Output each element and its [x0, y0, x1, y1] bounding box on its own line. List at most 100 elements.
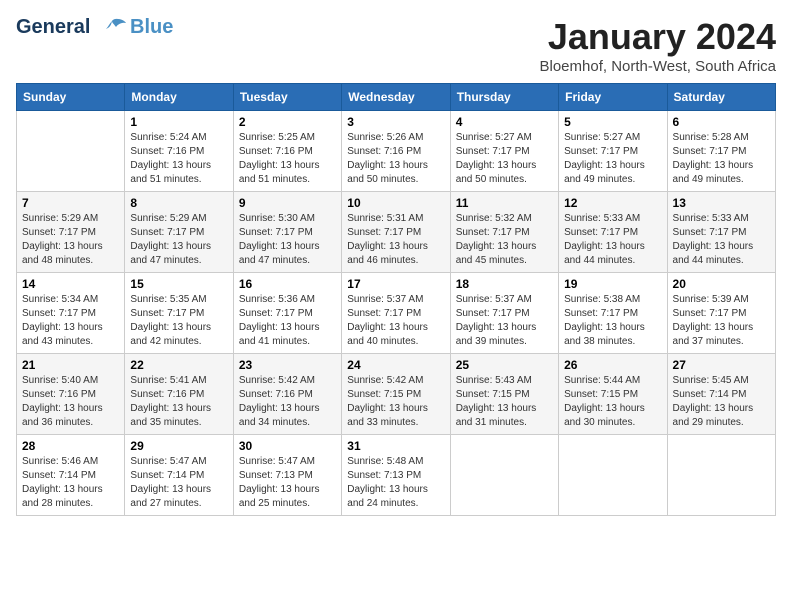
calendar-cell: 8 Sunrise: 5:29 AM Sunset: 7:17 PM Dayli… [125, 192, 233, 273]
day-detail: Sunrise: 5:27 AM Sunset: 7:17 PM Dayligh… [456, 131, 553, 187]
calendar-cell: 2 Sunrise: 5:25 AM Sunset: 7:16 PM Dayli… [233, 111, 341, 192]
day-number: 25 [456, 358, 553, 372]
calendar-cell: 20 Sunrise: 5:39 AM Sunset: 7:17 PM Dayl… [667, 273, 775, 354]
calendar-cell [559, 435, 667, 516]
calendar-cell: 25 Sunrise: 5:43 AM Sunset: 7:15 PM Dayl… [450, 354, 558, 435]
calendar-cell: 30 Sunrise: 5:47 AM Sunset: 7:13 PM Dayl… [233, 435, 341, 516]
day-number: 10 [347, 196, 444, 210]
day-detail: Sunrise: 5:44 AM Sunset: 7:15 PM Dayligh… [564, 374, 661, 430]
calendar-header-thursday: Thursday [450, 84, 558, 111]
day-detail: Sunrise: 5:48 AM Sunset: 7:13 PM Dayligh… [347, 455, 444, 511]
day-number: 4 [456, 115, 553, 129]
calendar-cell [450, 435, 558, 516]
logo-blue: Blue [130, 16, 173, 38]
month-title: January 2024 [540, 16, 777, 58]
day-detail: Sunrise: 5:41 AM Sunset: 7:16 PM Dayligh… [130, 374, 227, 430]
day-detail: Sunrise: 5:31 AM Sunset: 7:17 PM Dayligh… [347, 212, 444, 268]
calendar-header-row: SundayMondayTuesdayWednesdayThursdayFrid… [17, 84, 776, 111]
day-detail: Sunrise: 5:40 AM Sunset: 7:16 PM Dayligh… [22, 374, 119, 430]
calendar-cell: 11 Sunrise: 5:32 AM Sunset: 7:17 PM Dayl… [450, 192, 558, 273]
calendar-cell [667, 435, 775, 516]
calendar-cell: 10 Sunrise: 5:31 AM Sunset: 7:17 PM Dayl… [342, 192, 450, 273]
calendar-week-row: 14 Sunrise: 5:34 AM Sunset: 7:17 PM Dayl… [17, 273, 776, 354]
day-number: 20 [673, 277, 770, 291]
calendar-week-row: 21 Sunrise: 5:40 AM Sunset: 7:16 PM Dayl… [17, 354, 776, 435]
day-detail: Sunrise: 5:36 AM Sunset: 7:17 PM Dayligh… [239, 293, 336, 349]
day-number: 18 [456, 277, 553, 291]
calendar-table: SundayMondayTuesdayWednesdayThursdayFrid… [16, 83, 776, 516]
day-number: 19 [564, 277, 661, 291]
day-detail: Sunrise: 5:29 AM Sunset: 7:17 PM Dayligh… [22, 212, 119, 268]
calendar-cell: 13 Sunrise: 5:33 AM Sunset: 7:17 PM Dayl… [667, 192, 775, 273]
logo-bird-icon [98, 17, 126, 39]
calendar-cell: 23 Sunrise: 5:42 AM Sunset: 7:16 PM Dayl… [233, 354, 341, 435]
day-detail: Sunrise: 5:33 AM Sunset: 7:17 PM Dayligh… [564, 212, 661, 268]
day-number: 13 [673, 196, 770, 210]
calendar-cell: 26 Sunrise: 5:44 AM Sunset: 7:15 PM Dayl… [559, 354, 667, 435]
calendar-cell: 24 Sunrise: 5:42 AM Sunset: 7:15 PM Dayl… [342, 354, 450, 435]
day-detail: Sunrise: 5:24 AM Sunset: 7:16 PM Dayligh… [130, 131, 227, 187]
day-number: 7 [22, 196, 119, 210]
day-number: 31 [347, 439, 444, 453]
day-detail: Sunrise: 5:30 AM Sunset: 7:17 PM Dayligh… [239, 212, 336, 268]
day-number: 3 [347, 115, 444, 129]
day-number: 8 [130, 196, 227, 210]
calendar-cell: 19 Sunrise: 5:38 AM Sunset: 7:17 PM Dayl… [559, 273, 667, 354]
day-detail: Sunrise: 5:32 AM Sunset: 7:17 PM Dayligh… [456, 212, 553, 268]
calendar-cell: 7 Sunrise: 5:29 AM Sunset: 7:17 PM Dayli… [17, 192, 125, 273]
day-detail: Sunrise: 5:34 AM Sunset: 7:17 PM Dayligh… [22, 293, 119, 349]
day-number: 16 [239, 277, 336, 291]
logo: General Blue [16, 16, 173, 39]
day-number: 5 [564, 115, 661, 129]
day-detail: Sunrise: 5:26 AM Sunset: 7:16 PM Dayligh… [347, 131, 444, 187]
day-detail: Sunrise: 5:25 AM Sunset: 7:16 PM Dayligh… [239, 131, 336, 187]
calendar-cell: 17 Sunrise: 5:37 AM Sunset: 7:17 PM Dayl… [342, 273, 450, 354]
calendar-cell: 5 Sunrise: 5:27 AM Sunset: 7:17 PM Dayli… [559, 111, 667, 192]
day-detail: Sunrise: 5:28 AM Sunset: 7:17 PM Dayligh… [673, 131, 770, 187]
day-detail: Sunrise: 5:42 AM Sunset: 7:16 PM Dayligh… [239, 374, 336, 430]
day-number: 23 [239, 358, 336, 372]
calendar-cell: 12 Sunrise: 5:33 AM Sunset: 7:17 PM Dayl… [559, 192, 667, 273]
day-number: 17 [347, 277, 444, 291]
calendar-cell: 21 Sunrise: 5:40 AM Sunset: 7:16 PM Dayl… [17, 354, 125, 435]
day-detail: Sunrise: 5:27 AM Sunset: 7:17 PM Dayligh… [564, 131, 661, 187]
day-detail: Sunrise: 5:46 AM Sunset: 7:14 PM Dayligh… [22, 455, 119, 511]
day-number: 24 [347, 358, 444, 372]
day-number: 6 [673, 115, 770, 129]
calendar-week-row: 1 Sunrise: 5:24 AM Sunset: 7:16 PM Dayli… [17, 111, 776, 192]
calendar-cell: 3 Sunrise: 5:26 AM Sunset: 7:16 PM Dayli… [342, 111, 450, 192]
day-detail: Sunrise: 5:37 AM Sunset: 7:17 PM Dayligh… [456, 293, 553, 349]
day-detail: Sunrise: 5:39 AM Sunset: 7:17 PM Dayligh… [673, 293, 770, 349]
calendar-cell: 18 Sunrise: 5:37 AM Sunset: 7:17 PM Dayl… [450, 273, 558, 354]
day-detail: Sunrise: 5:45 AM Sunset: 7:14 PM Dayligh… [673, 374, 770, 430]
calendar-cell: 28 Sunrise: 5:46 AM Sunset: 7:14 PM Dayl… [17, 435, 125, 516]
calendar-week-row: 28 Sunrise: 5:46 AM Sunset: 7:14 PM Dayl… [17, 435, 776, 516]
day-detail: Sunrise: 5:37 AM Sunset: 7:17 PM Dayligh… [347, 293, 444, 349]
calendar-cell: 31 Sunrise: 5:48 AM Sunset: 7:13 PM Dayl… [342, 435, 450, 516]
calendar-cell: 4 Sunrise: 5:27 AM Sunset: 7:17 PM Dayli… [450, 111, 558, 192]
logo-text: General [16, 16, 128, 39]
day-number: 14 [22, 277, 119, 291]
day-number: 12 [564, 196, 661, 210]
calendar-cell: 6 Sunrise: 5:28 AM Sunset: 7:17 PM Dayli… [667, 111, 775, 192]
day-detail: Sunrise: 5:47 AM Sunset: 7:14 PM Dayligh… [130, 455, 227, 511]
calendar-header-sunday: Sunday [17, 84, 125, 111]
day-number: 21 [22, 358, 119, 372]
calendar-cell: 27 Sunrise: 5:45 AM Sunset: 7:14 PM Dayl… [667, 354, 775, 435]
calendar-cell: 1 Sunrise: 5:24 AM Sunset: 7:16 PM Dayli… [125, 111, 233, 192]
day-detail: Sunrise: 5:35 AM Sunset: 7:17 PM Dayligh… [130, 293, 227, 349]
calendar-cell: 22 Sunrise: 5:41 AM Sunset: 7:16 PM Dayl… [125, 354, 233, 435]
day-detail: Sunrise: 5:47 AM Sunset: 7:13 PM Dayligh… [239, 455, 336, 511]
calendar-week-row: 7 Sunrise: 5:29 AM Sunset: 7:17 PM Dayli… [17, 192, 776, 273]
day-number: 30 [239, 439, 336, 453]
day-detail: Sunrise: 5:38 AM Sunset: 7:17 PM Dayligh… [564, 293, 661, 349]
calendar-cell: 9 Sunrise: 5:30 AM Sunset: 7:17 PM Dayli… [233, 192, 341, 273]
day-number: 2 [239, 115, 336, 129]
location-subtitle: Bloemhof, North-West, South Africa [540, 58, 777, 75]
calendar-header-wednesday: Wednesday [342, 84, 450, 111]
title-area: January 2024 Bloemhof, North-West, South… [540, 16, 777, 75]
day-number: 22 [130, 358, 227, 372]
calendar-cell: 16 Sunrise: 5:36 AM Sunset: 7:17 PM Dayl… [233, 273, 341, 354]
calendar-header-saturday: Saturday [667, 84, 775, 111]
calendar-cell: 15 Sunrise: 5:35 AM Sunset: 7:17 PM Dayl… [125, 273, 233, 354]
